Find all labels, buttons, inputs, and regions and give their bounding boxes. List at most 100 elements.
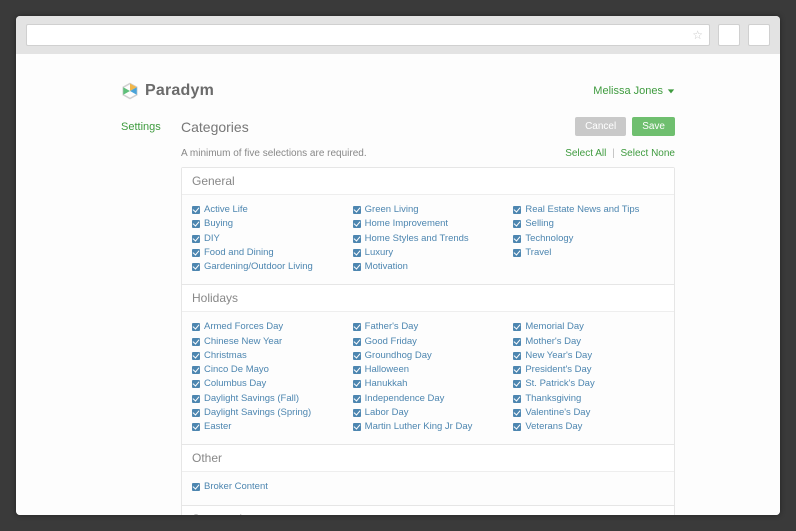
category-item[interactable]: Gardening/Outdoor Living (192, 260, 343, 274)
brand[interactable]: Paradym (121, 82, 214, 100)
checkbox-icon[interactable] (192, 380, 200, 388)
checkbox-icon[interactable] (353, 263, 361, 271)
category-item[interactable]: DIY (192, 232, 343, 246)
checkbox-icon[interactable] (353, 423, 361, 431)
checkbox-icon[interactable] (513, 409, 521, 417)
category-item[interactable]: Cinco De Mayo (192, 363, 343, 377)
save-button[interactable]: Save (632, 117, 675, 136)
select-none-link[interactable]: Select None (621, 148, 675, 159)
checkbox-icon[interactable] (192, 423, 200, 431)
category-item[interactable]: Daylight Savings (Spring) (192, 406, 343, 420)
category-item[interactable]: Selling (513, 217, 664, 231)
category-item[interactable]: Martin Luther King Jr Day (353, 420, 504, 434)
checkbox-icon[interactable] (513, 323, 521, 331)
checkbox-icon[interactable] (513, 220, 521, 228)
checkbox-icon[interactable] (353, 380, 361, 388)
category-column: Armed Forces DayChinese New YearChristma… (192, 320, 343, 434)
category-item[interactable]: Groundhog Day (353, 349, 504, 363)
category-item[interactable]: Technology (513, 232, 664, 246)
checkbox-icon[interactable] (192, 249, 200, 257)
category-item[interactable]: Armed Forces Day (192, 320, 343, 334)
checkbox-icon[interactable] (192, 395, 200, 403)
category-label: Christmas (204, 349, 247, 363)
category-item[interactable]: Green Living (353, 203, 504, 217)
category-item[interactable]: Motivation (353, 260, 504, 274)
checkbox-icon[interactable] (192, 220, 200, 228)
checkbox-icon[interactable] (513, 249, 521, 257)
checkbox-icon[interactable] (192, 263, 200, 271)
checkbox-icon[interactable] (192, 483, 200, 491)
select-all-link[interactable]: Select All (565, 148, 606, 159)
checkbox-icon[interactable] (192, 323, 200, 331)
checkbox-icon[interactable] (353, 352, 361, 360)
category-item[interactable]: Easter (192, 420, 343, 434)
category-item[interactable]: Memorial Day (513, 320, 664, 334)
nav-settings[interactable]: Settings (121, 121, 181, 133)
category-item[interactable]: Active Life (192, 203, 343, 217)
category-item[interactable]: Home Improvement (353, 217, 504, 231)
category-item[interactable]: Chinese New Year (192, 335, 343, 349)
category-label: New Year's Day (525, 349, 592, 363)
category-label: Mother's Day (525, 335, 581, 349)
checkbox-icon[interactable] (353, 366, 361, 374)
category-item[interactable]: Mother's Day (513, 335, 664, 349)
category-item[interactable]: Daylight Savings (Fall) (192, 392, 343, 406)
category-item[interactable]: Buying (192, 217, 343, 231)
category-label: Home Styles and Trends (365, 232, 469, 246)
checkbox-icon[interactable] (353, 235, 361, 243)
category-item[interactable]: Valentine's Day (513, 406, 664, 420)
checkbox-icon[interactable] (353, 395, 361, 403)
bookmark-star-icon[interactable]: ☆ (692, 28, 703, 42)
category-item[interactable]: Real Estate News and Tips (513, 203, 664, 217)
category-item[interactable]: Broker Content (192, 480, 343, 494)
checkbox-icon[interactable] (192, 366, 200, 374)
url-input[interactable]: ☆ (26, 24, 710, 46)
category-item[interactable]: St. Patrick's Day (513, 377, 664, 391)
category-item[interactable]: Food and Dining (192, 246, 343, 260)
browser-button-1[interactable] (718, 24, 740, 46)
checkbox-icon[interactable] (513, 380, 521, 388)
checkbox-icon[interactable] (513, 366, 521, 374)
category-item[interactable]: President's Day (513, 363, 664, 377)
checkbox-icon[interactable] (192, 352, 200, 360)
category-item[interactable]: Hanukkah (353, 377, 504, 391)
checkbox-icon[interactable] (192, 338, 200, 346)
checkbox-icon[interactable] (513, 423, 521, 431)
category-item[interactable]: Good Friday (353, 335, 504, 349)
checkbox-icon[interactable] (353, 338, 361, 346)
checkbox-icon[interactable] (192, 235, 200, 243)
category-item[interactable]: Veterans Day (513, 420, 664, 434)
cancel-button[interactable]: Cancel (575, 117, 626, 136)
category-label: Hanukkah (365, 377, 408, 391)
user-name: Melissa Jones (593, 85, 663, 97)
category-item[interactable]: Christmas (192, 349, 343, 363)
checkbox-icon[interactable] (513, 338, 521, 346)
category-item[interactable]: Halloween (353, 363, 504, 377)
checkbox-icon[interactable] (513, 395, 521, 403)
checkbox-icon[interactable] (513, 235, 521, 243)
separator: | (612, 148, 615, 159)
checkbox-icon[interactable] (192, 409, 200, 417)
category-label: Luxury (365, 246, 394, 260)
user-menu[interactable]: Melissa Jones (593, 85, 675, 97)
category-item[interactable]: Labor Day (353, 406, 504, 420)
category-item[interactable]: Thanksgiving (513, 392, 664, 406)
checkbox-icon[interactable] (353, 206, 361, 214)
checkbox-icon[interactable] (192, 206, 200, 214)
checkbox-icon[interactable] (513, 352, 521, 360)
category-item[interactable]: New Year's Day (513, 349, 664, 363)
checkbox-icon[interactable] (353, 409, 361, 417)
checkbox-icon[interactable] (353, 249, 361, 257)
checkbox-icon[interactable] (513, 206, 521, 214)
category-item[interactable]: Travel (513, 246, 664, 260)
checkbox-icon[interactable] (353, 220, 361, 228)
category-item[interactable]: Home Styles and Trends (353, 232, 504, 246)
category-label: Armed Forces Day (204, 320, 283, 334)
category-item[interactable]: Columbus Day (192, 377, 343, 391)
category-label: Active Life (204, 203, 248, 217)
checkbox-icon[interactable] (353, 323, 361, 331)
category-item[interactable]: Independence Day (353, 392, 504, 406)
browser-button-2[interactable] (748, 24, 770, 46)
category-item[interactable]: Father's Day (353, 320, 504, 334)
category-item[interactable]: Luxury (353, 246, 504, 260)
